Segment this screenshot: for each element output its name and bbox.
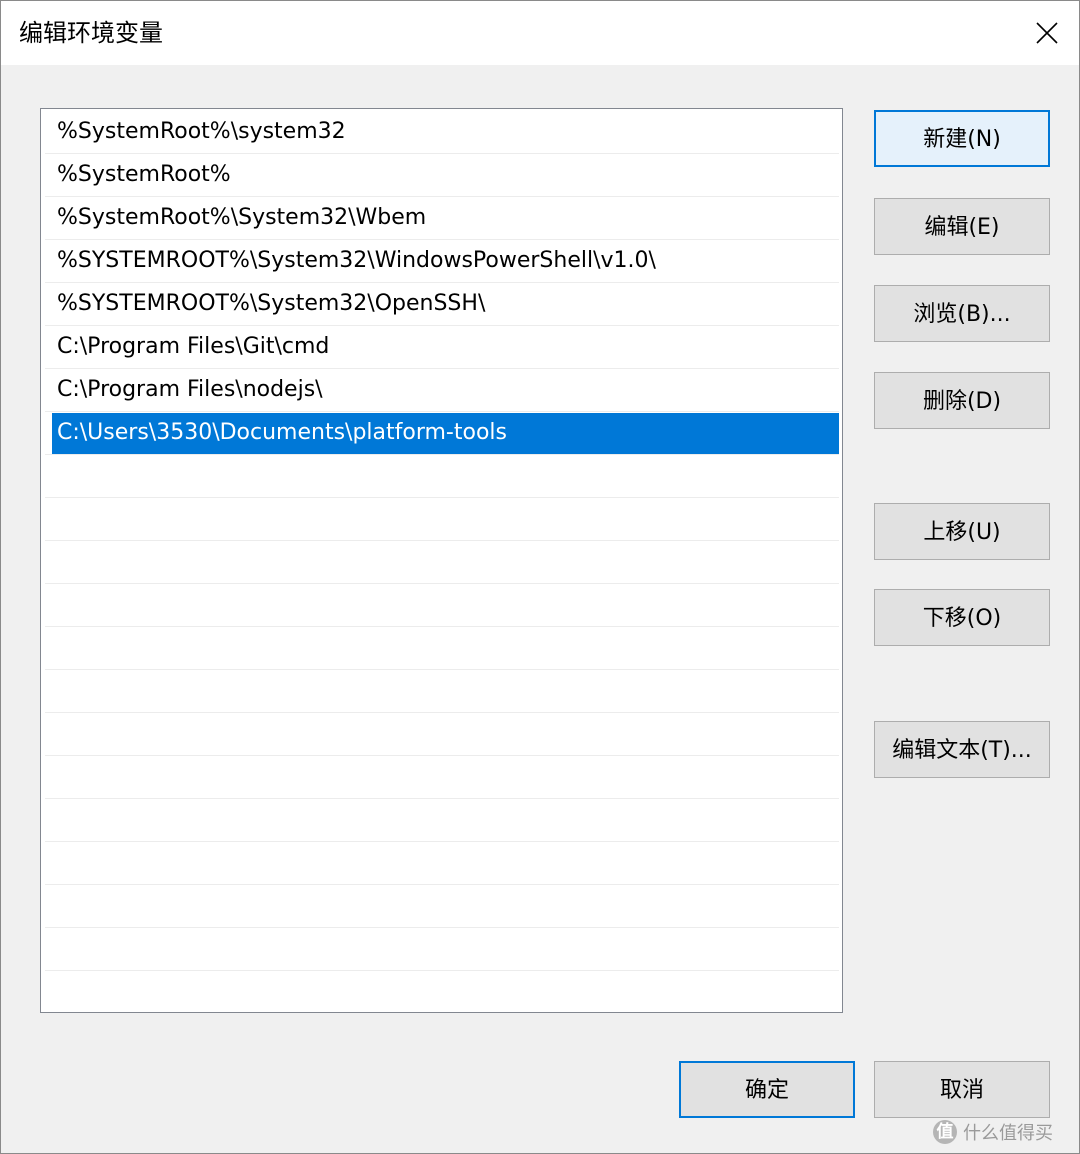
empty-row[interactable] [45, 842, 839, 885]
empty-row[interactable] [45, 928, 839, 971]
watermark: 值 什么值得买 [933, 1119, 1053, 1145]
ok-button[interactable]: 确定 [679, 1061, 855, 1118]
empty-row[interactable] [45, 455, 839, 498]
path-list-item-text: C:\Program Files\Git\cmd [57, 334, 330, 359]
empty-row[interactable] [45, 971, 839, 1012]
path-list-item-text: %SystemRoot%\system32 [57, 119, 346, 144]
empty-row[interactable] [45, 756, 839, 799]
edit-button[interactable]: 编辑(E) [874, 198, 1050, 255]
empty-row[interactable] [45, 799, 839, 842]
dialog-title: 编辑环境变量 [19, 19, 163, 47]
watermark-logo-icon: 值 [933, 1120, 957, 1144]
path-list-item[interactable]: %SystemRoot% [45, 154, 839, 197]
empty-row[interactable] [45, 670, 839, 713]
close-icon [1036, 22, 1058, 44]
path-list-item-text: C:\Users\3530\Documents\platform-tools [57, 420, 507, 445]
empty-row[interactable] [45, 498, 839, 541]
path-list-item[interactable]: C:\Program Files\nodejs\ [45, 369, 839, 412]
move-up-button[interactable]: 上移(U) [874, 503, 1050, 560]
empty-row[interactable] [45, 713, 839, 756]
path-list[interactable]: %SystemRoot%\system32 %SystemRoot% %Syst… [40, 108, 843, 1013]
move-down-button[interactable]: 下移(O) [874, 589, 1050, 646]
empty-row[interactable] [45, 885, 839, 928]
delete-button[interactable]: 删除(D) [874, 372, 1050, 429]
empty-row[interactable] [45, 541, 839, 584]
cancel-button[interactable]: 取消 [874, 1061, 1050, 1118]
path-list-item[interactable]: C:\Program Files\Git\cmd [45, 326, 839, 369]
new-button[interactable]: 新建(N) [874, 110, 1050, 167]
path-list-item-text: C:\Program Files\nodejs\ [57, 377, 323, 402]
path-list-item[interactable]: %SYSTEMROOT%\System32\OpenSSH\ [45, 283, 839, 326]
path-list-item-text: %SYSTEMROOT%\System32\OpenSSH\ [57, 291, 486, 316]
edit-text-button[interactable]: 编辑文本(T)... [874, 721, 1050, 778]
path-list-item[interactable]: %SYSTEMROOT%\System32\WindowsPowerShell\… [45, 240, 839, 283]
edit-environment-variable-dialog: 编辑环境变量 %SystemRoot%\system32 %SystemRoot… [0, 0, 1080, 1154]
title-bar: 编辑环境变量 [1, 1, 1079, 65]
path-list-item-selected[interactable]: C:\Users\3530\Documents\platform-tools [45, 412, 839, 455]
empty-row[interactable] [45, 627, 839, 670]
path-list-item[interactable]: %SystemRoot%\System32\Wbem [45, 197, 839, 240]
path-list-item[interactable]: %SystemRoot%\system32 [45, 111, 839, 154]
close-button[interactable] [1015, 1, 1079, 65]
path-list-item-text: %SystemRoot%\System32\Wbem [57, 205, 427, 230]
browse-button[interactable]: 浏览(B)... [874, 285, 1050, 342]
watermark-text: 什么值得买 [963, 1123, 1053, 1144]
path-list-item-text: %SYSTEMROOT%\System32\WindowsPowerShell\… [57, 248, 656, 273]
path-list-item-text: %SystemRoot% [57, 162, 231, 187]
empty-row[interactable] [45, 584, 839, 627]
